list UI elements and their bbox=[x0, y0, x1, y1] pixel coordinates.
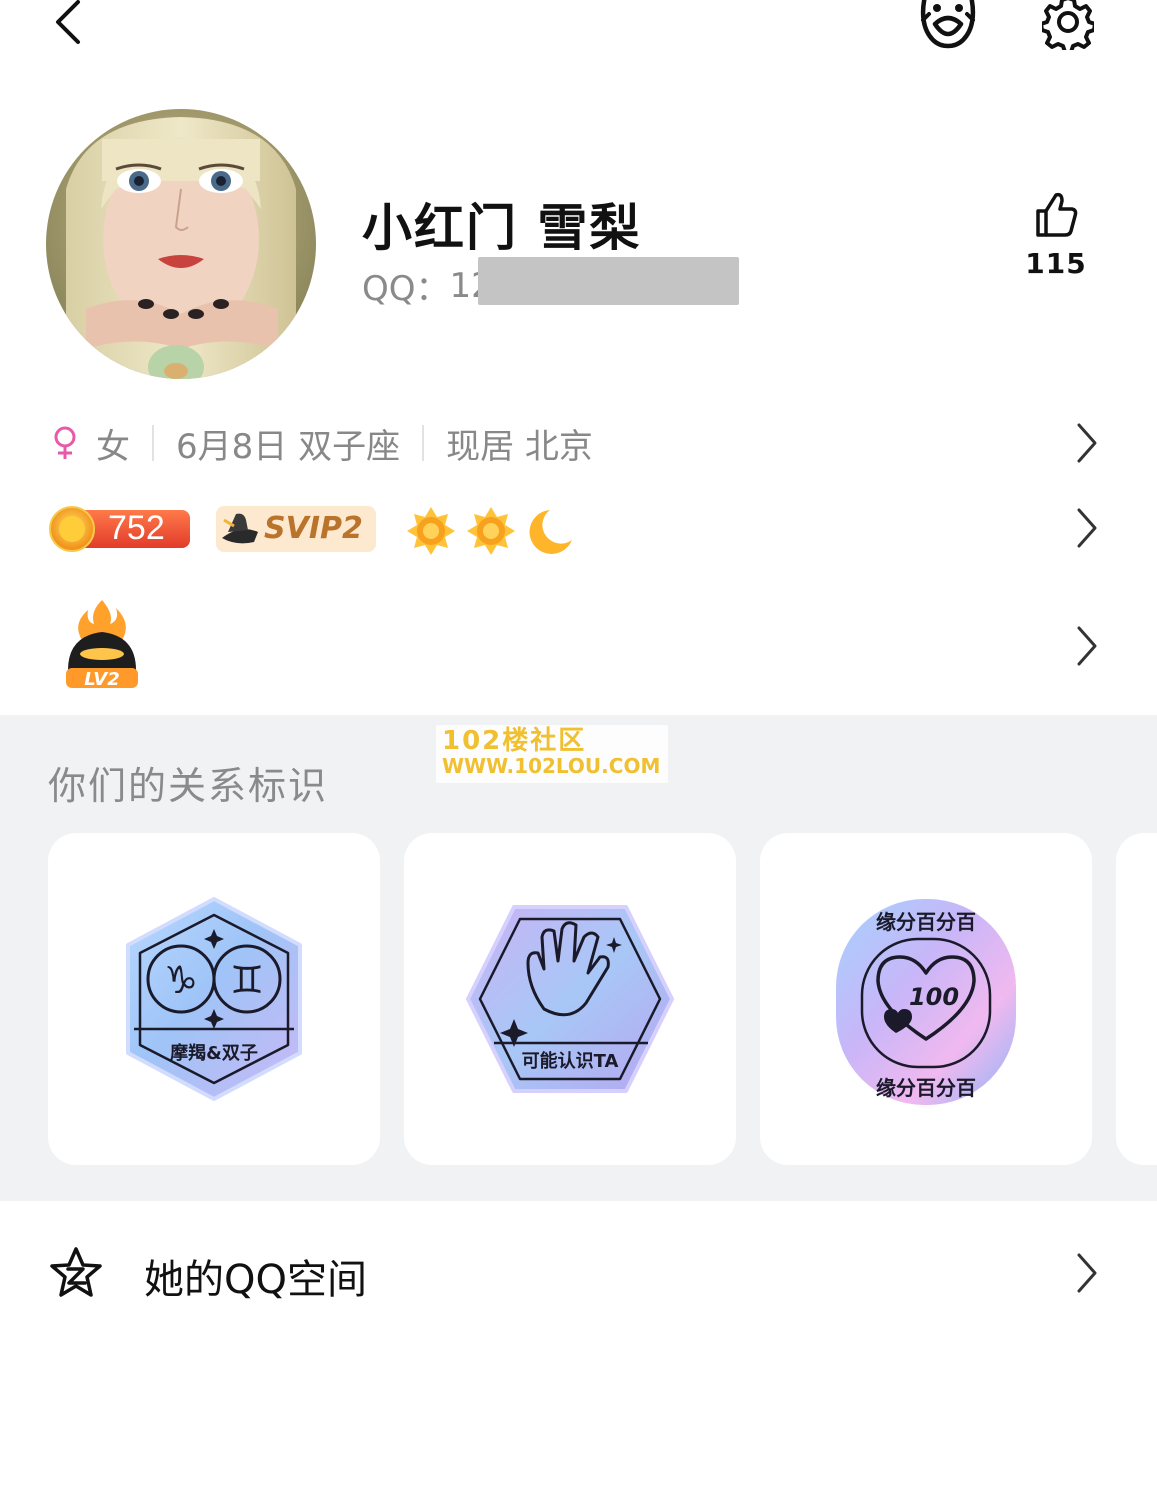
svg-text:♑: ♑ bbox=[164, 958, 198, 1002]
zodiac-label: 摩羯&双子 bbox=[170, 1042, 258, 1064]
qq-level-badge[interactable]: 752 bbox=[48, 506, 192, 552]
may-know-label: 可能认识TA bbox=[522, 1050, 619, 1072]
flame-penguin-icon: LV2 bbox=[66, 600, 138, 690]
chevron-right-icon bbox=[1077, 626, 1097, 666]
relationship-section: 102楼社区 WWW.102LOU.COM 你们的关系标识 ♑ ♊ 摩羯&双子 bbox=[0, 715, 1157, 1201]
sun-icon bbox=[407, 507, 455, 555]
basic-info-row[interactable]: 女 6月8日 双子座 现居 北京 bbox=[0, 403, 1157, 483]
avatar[interactable] bbox=[46, 109, 316, 379]
game-level-row[interactable]: LV2 bbox=[0, 596, 1157, 696]
penguin-face-icon bbox=[920, 0, 976, 49]
relation-card-zodiac[interactable]: ♑ ♊ 摩羯&双子 bbox=[48, 833, 380, 1165]
chevron-left-icon bbox=[56, 0, 80, 44]
section-title: 你们的关系标识 bbox=[48, 764, 329, 808]
svg-text:♊: ♊ bbox=[230, 958, 264, 1002]
back-button[interactable] bbox=[48, 0, 92, 50]
gender-text: 女 bbox=[96, 426, 130, 467]
like-count: 115 bbox=[1025, 247, 1087, 280]
level-value: 752 bbox=[108, 509, 165, 547]
divider bbox=[152, 425, 154, 461]
qzone-row[interactable]: 她的QQ空间 bbox=[0, 1233, 1157, 1313]
avatar-image bbox=[46, 109, 316, 379]
destiny-number: 100 bbox=[909, 983, 959, 1011]
chevron-right-icon bbox=[1077, 508, 1097, 548]
sun-icon bbox=[467, 507, 515, 555]
hand-wave-badge: 可能认识TA bbox=[466, 905, 674, 1093]
divider bbox=[422, 425, 425, 461]
watermark-line2: WWW.102LOU.COM bbox=[442, 754, 661, 778]
like-button[interactable]: 115 bbox=[1018, 191, 1094, 280]
watermark: 102楼社区 WWW.102LOU.COM bbox=[436, 725, 668, 783]
thumbs-up-icon bbox=[1036, 192, 1078, 237]
lv-label: LV2 bbox=[84, 669, 119, 690]
relation-card-destiny[interactable]: 100 缘分百分百 缘分百分百 bbox=[760, 833, 1092, 1165]
chevron-right-icon bbox=[1077, 1253, 1097, 1293]
qq-prefix: QQ： bbox=[362, 269, 450, 309]
svip-hat-icon bbox=[222, 513, 258, 544]
svip-badge[interactable]: SVIP2 bbox=[216, 506, 376, 552]
gear-icon bbox=[1042, 0, 1094, 50]
star-qzone-icon bbox=[50, 1247, 102, 1297]
destiny-label-top: 缘分百分百 bbox=[876, 910, 976, 934]
badges-row[interactable]: 752 SVIP2 bbox=[0, 488, 1157, 568]
birthday-text: 6月8日 双子座 bbox=[176, 426, 401, 467]
qq-number: QQ： 12 bbox=[362, 261, 493, 310]
gender-item: 女 bbox=[52, 419, 130, 468]
qzone-label: 她的QQ空间 bbox=[144, 1257, 367, 1303]
settings-button[interactable] bbox=[1039, 0, 1097, 50]
svip-label: SVIP2 bbox=[264, 511, 363, 546]
relation-card-partial[interactable] bbox=[1116, 833, 1157, 1165]
relation-card-may-know[interactable]: 可能认识TA bbox=[404, 833, 736, 1165]
heart-100-badge: 100 缘分百分百 缘分百分百 bbox=[836, 899, 1016, 1105]
female-icon bbox=[54, 426, 76, 459]
profile-header: 小红门 雪梨 QQ： 12 115 bbox=[0, 105, 1157, 385]
qq-redaction bbox=[478, 257, 739, 305]
lv-badge: LV2 bbox=[62, 600, 142, 692]
moon-icon bbox=[529, 510, 572, 554]
location-text: 现居 北京 bbox=[446, 426, 593, 467]
chevron-right-icon bbox=[1077, 423, 1097, 463]
zodiac-badge: ♑ ♊ 摩羯&双子 bbox=[126, 897, 302, 1101]
watermark-line1: 102楼社区 bbox=[442, 726, 587, 756]
mascot-button[interactable] bbox=[919, 0, 977, 50]
nickname: 小红门 雪梨 bbox=[362, 199, 642, 257]
destiny-label-bottom: 缘分百分百 bbox=[876, 1076, 976, 1100]
top-bar bbox=[0, 0, 1157, 60]
